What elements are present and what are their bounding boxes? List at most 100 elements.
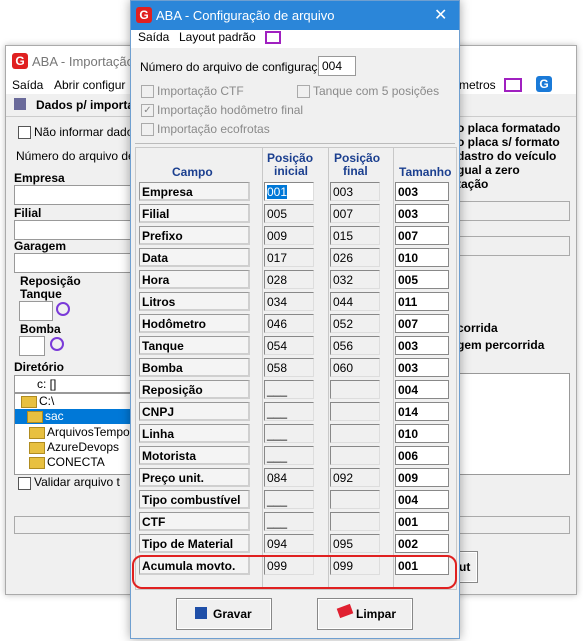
posicao-inicial-input[interactable]: 034 — [264, 292, 314, 311]
tamanho-value: 007 — [395, 314, 449, 333]
posicao-final-input[interactable]: 007 — [330, 204, 380, 223]
menu-layout-padrao[interactable]: Layout padrão — [179, 30, 256, 44]
option-placa-formatado[interactable]: o placa formatado — [457, 121, 560, 135]
nao-informar-checkbox[interactable] — [18, 126, 31, 139]
directory-tree[interactable]: C:\ sac ArquivosTempo AzureDevops CONECT… — [14, 393, 132, 475]
help-logo-icon[interactable]: G — [536, 76, 552, 92]
posicao-final-input[interactable]: 092 — [330, 468, 380, 487]
right-status-field — [458, 516, 570, 534]
campo-label: Filial — [139, 204, 250, 223]
folder-item[interactable]: AzureDevops — [47, 440, 119, 454]
importacao-hodometro-label: Importação hodômetro final — [157, 103, 304, 117]
posicao-inicial-input[interactable]: ___ — [264, 512, 314, 531]
menu-saida[interactable]: Saída — [138, 30, 169, 44]
tanque-5-posicoes-checkbox[interactable] — [297, 85, 310, 98]
posicao-inicial-input[interactable]: 094 — [264, 534, 314, 553]
posicao-final-input[interactable] — [330, 490, 380, 509]
empresa-input[interactable] — [14, 185, 132, 205]
bomba-search-icon[interactable] — [50, 337, 64, 351]
validar-checkbox[interactable] — [18, 477, 31, 490]
posicao-final-input[interactable]: 032 — [330, 270, 380, 289]
highlight-annotation — [132, 555, 457, 589]
numero-arquivo-label: Número do arquivo de configuração : — [140, 60, 338, 74]
right-list[interactable] — [458, 373, 570, 475]
posicao-inicial-input[interactable]: 009 — [264, 226, 314, 245]
posicao-final-input[interactable]: 056 — [330, 336, 380, 355]
tanque-search-icon[interactable] — [56, 302, 70, 316]
option-igual-zero[interactable]: gual a zero — [457, 163, 520, 177]
tamanho-value: 011 — [395, 292, 449, 311]
right-field-2[interactable] — [458, 236, 570, 256]
posicao-inicial-input[interactable]: 084 — [264, 468, 314, 487]
posicao-final-input[interactable]: 044 — [330, 292, 380, 311]
campo-label: CTF — [139, 512, 250, 531]
posicao-inicial-input[interactable]: 017 — [264, 248, 314, 267]
folder-icon — [21, 396, 37, 408]
posicao-final-input[interactable] — [330, 512, 380, 531]
tamanho-value: 010 — [395, 248, 449, 267]
numero-arquivo-input[interactable]: 004 — [318, 56, 356, 76]
divider — [135, 143, 455, 144]
folder-icon — [29, 427, 45, 439]
ok-button[interactable]: ut — [458, 551, 478, 583]
posicao-final-input[interactable] — [330, 424, 380, 443]
posicao-final-input[interactable]: 015 — [330, 226, 380, 245]
importacao-hodometro-checkbox[interactable]: ✓ — [141, 104, 154, 117]
importacao-ecofrotas-checkbox[interactable] — [141, 123, 154, 136]
bomba-input[interactable] — [19, 336, 45, 356]
importacao-ctf-checkbox[interactable] — [141, 85, 154, 98]
dialog-menu-bar: Saída Layout padrão — [131, 30, 459, 48]
posicao-final-input[interactable] — [330, 380, 380, 399]
numero-arquivo-value: 004 — [322, 59, 343, 73]
posicao-inicial-input[interactable]: ___ — [264, 446, 314, 465]
tab-dados-importacao[interactable]: Dados p/ importa — [36, 98, 134, 112]
monitor-icon[interactable] — [504, 78, 522, 92]
folder-item[interactable]: ArquivosTempo — [47, 425, 130, 439]
monitor-icon[interactable] — [265, 31, 281, 44]
header-posicao-final-2: final — [343, 164, 368, 178]
gravar-button[interactable]: Gravar — [176, 598, 272, 630]
posicao-inicial-input[interactable]: 046 — [264, 314, 314, 333]
tanque-input[interactable] — [19, 301, 53, 321]
bg-menu-parametros[interactable]: metros — [459, 78, 496, 92]
posicao-final-input[interactable]: 060 — [330, 358, 380, 377]
posicao-final-input[interactable]: 026 — [330, 248, 380, 267]
drive-select[interactable]: c: [] — [14, 375, 132, 393]
posicao-inicial-input[interactable]: 028 — [264, 270, 314, 289]
filial-input[interactable] — [14, 220, 132, 240]
campo-label: Tanque — [139, 336, 250, 355]
posicao-final-input[interactable]: 003 — [330, 182, 380, 201]
bomba-label: Bomba — [20, 322, 61, 336]
posicao-final-input[interactable]: 095 — [330, 534, 380, 553]
posicao-inicial-input[interactable]: ___ — [264, 424, 314, 443]
option-cadastro-veiculo[interactable]: dastro do veículo — [457, 149, 556, 163]
tamanho-value: 003 — [395, 204, 449, 223]
option-placa-sem-formato[interactable]: o placa s/ formato — [457, 135, 560, 149]
limpar-button-label: Limpar — [356, 607, 397, 621]
folder-item[interactable]: C:\ — [39, 394, 54, 408]
tamanho-value: 003 — [395, 336, 449, 355]
campo-label: Reposição — [139, 380, 250, 399]
right-field-1[interactable] — [458, 201, 570, 221]
posicao-final-input[interactable]: 052 — [330, 314, 380, 333]
option-corrida[interactable]: corrida — [457, 321, 498, 335]
bg-menu-saida[interactable]: Saída — [12, 78, 43, 92]
posicao-inicial-input[interactable]: 005 — [264, 204, 314, 223]
posicao-final-input[interactable] — [330, 446, 380, 465]
posicao-inicial-input[interactable]: ___ — [264, 402, 314, 421]
posicao-inicial-input[interactable]: 058 — [264, 358, 314, 377]
posicao-inicial-input[interactable]: 054 — [264, 336, 314, 355]
posicao-final-input[interactable] — [330, 402, 380, 421]
folder-item[interactable]: CONECTA — [47, 455, 105, 469]
dialog-title: ABA - Configuração de arquivo — [156, 8, 335, 23]
posicao-inicial-input[interactable]: ___ — [264, 490, 314, 509]
posicao-inicial-input[interactable]: 001 — [264, 182, 314, 201]
option-tacao[interactable]: tação — [457, 177, 488, 191]
posicao-inicial-input[interactable]: ___ — [264, 380, 314, 399]
limpar-button[interactable]: Limpar — [317, 598, 413, 630]
garagem-input[interactable] — [14, 253, 132, 273]
option-gem-percorrida[interactable]: gem percorrida — [457, 338, 544, 352]
bg-menu-abrir[interactable]: Abrir configur — [54, 78, 125, 92]
close-icon[interactable]: ✕ — [434, 5, 447, 25]
folder-item-selected[interactable]: sac — [15, 409, 131, 424]
